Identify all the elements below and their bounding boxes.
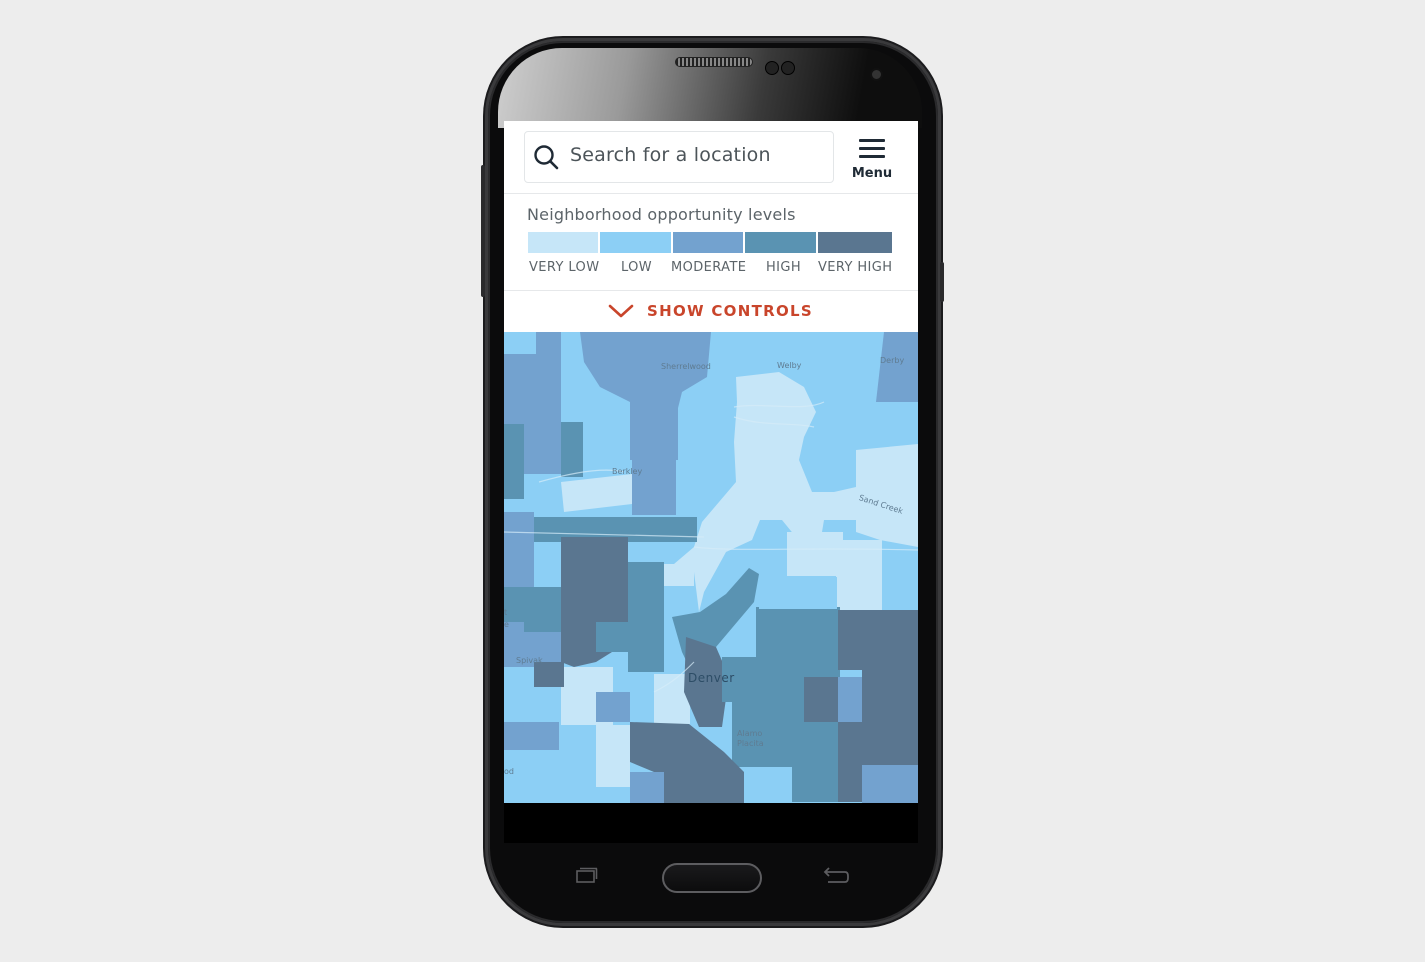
map-label-berkley: Berkley xyxy=(612,467,643,476)
map-label-edge-2: e xyxy=(504,620,509,629)
map-label-edge-3: od xyxy=(504,767,514,776)
app-screen: Search for a location Menu Neighborhood … xyxy=(504,121,918,803)
menu-button[interactable]: Menu xyxy=(844,133,900,185)
proximity-sensor xyxy=(765,61,779,75)
opportunity-map[interactable]: Sherrelwood Welby Derby Berkley Sand Cre… xyxy=(504,332,918,803)
legend-label-moderate: MODERATE xyxy=(671,260,747,275)
map-label-spivak: Spivak xyxy=(516,656,543,665)
search-placeholder: Search for a location xyxy=(570,144,771,166)
search-icon xyxy=(534,145,559,170)
legend-title: Neighborhood opportunity levels xyxy=(527,205,796,224)
legend-label-low: LOW xyxy=(621,260,653,275)
earpiece-speaker xyxy=(675,57,753,67)
show-controls-label: SHOW CONTROLS xyxy=(647,302,813,320)
legend-swatch-very-low xyxy=(528,232,598,253)
search-input[interactable]: Search for a location xyxy=(524,131,834,183)
legend-swatch-high xyxy=(745,232,816,253)
legend-label-high: HIGH xyxy=(766,260,802,275)
legend-swatches xyxy=(528,232,892,253)
power-button[interactable] xyxy=(940,262,944,302)
legend-labels: VERY LOW LOW MODERATE HIGH VERY HIGH xyxy=(528,260,898,278)
back-icon[interactable] xyxy=(822,866,850,886)
screen-bottom-bar xyxy=(504,803,918,843)
legend-label-very-high: VERY HIGH xyxy=(818,260,893,275)
header-divider xyxy=(504,193,918,194)
map-label-sherrelwood: Sherrelwood xyxy=(661,362,711,371)
light-sensor xyxy=(781,61,795,75)
legend-swatch-moderate xyxy=(673,232,743,253)
legend-swatch-low xyxy=(600,232,671,253)
home-button[interactable] xyxy=(662,863,762,893)
front-camera xyxy=(870,68,883,81)
hamburger-icon xyxy=(859,137,885,158)
legend-swatch-very-high xyxy=(818,232,892,253)
recent-apps-icon[interactable] xyxy=(576,867,598,883)
volume-button[interactable] xyxy=(481,165,485,297)
menu-label: Menu xyxy=(851,166,893,181)
map-tiles xyxy=(504,332,918,803)
legend-label-very-low: VERY LOW xyxy=(529,260,600,275)
map-label-edge-1: t xyxy=(504,608,508,617)
show-controls-button[interactable]: SHOW CONTROLS xyxy=(504,291,918,332)
map-label-derby: Derby xyxy=(880,356,905,365)
map-label-alamo-placita: Alamo Placita xyxy=(737,729,764,748)
chevron-down-icon xyxy=(608,304,634,318)
map-label-denver: Denver xyxy=(688,671,735,685)
map-label-welby: Welby xyxy=(777,361,802,370)
